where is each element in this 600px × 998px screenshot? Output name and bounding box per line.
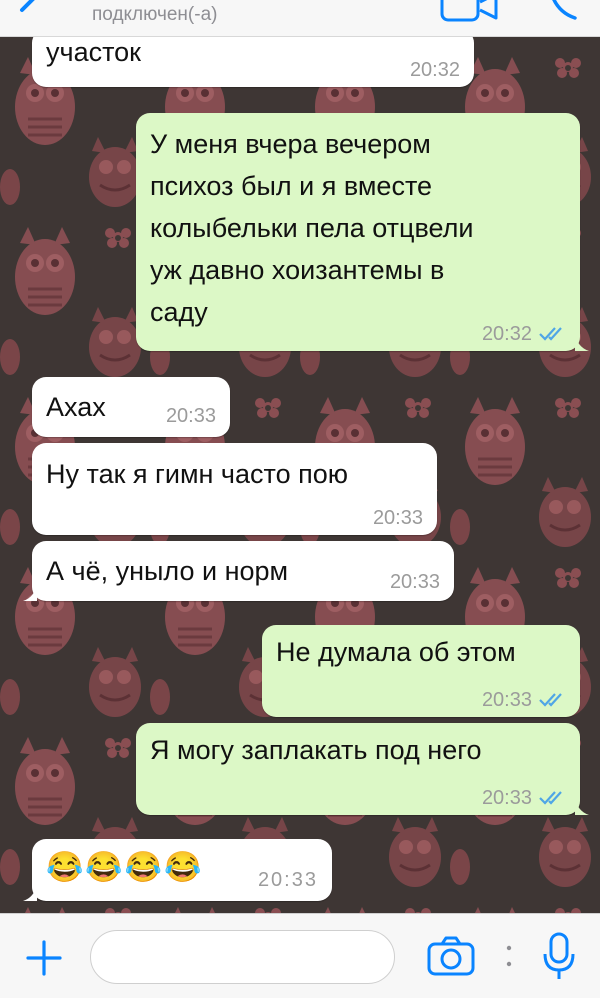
microphone-icon[interactable] bbox=[541, 932, 577, 982]
message-time: 20:33 bbox=[481, 689, 532, 711]
message-outgoing[interactable]: У меня вчера вечером психоз был и я вмес… bbox=[136, 113, 589, 351]
message-meta: 20:33 bbox=[390, 571, 440, 593]
message-meta: 20:33 bbox=[482, 787, 566, 809]
bubble-tail bbox=[23, 583, 37, 601]
message-meta: 20:33 bbox=[373, 507, 423, 529]
message-time: 20:33 bbox=[165, 405, 216, 427]
message-incoming[interactable]: 😂😂😂😂 20:33 bbox=[23, 839, 332, 901]
message-incoming[interactable]: участок 20:32 bbox=[32, 37, 474, 87]
plus-icon[interactable] bbox=[24, 938, 64, 978]
message-time: 20:32 bbox=[409, 59, 460, 81]
message-text: участок bbox=[46, 37, 141, 67]
message-time: 20:32 bbox=[481, 323, 532, 345]
message-meta: 20:32 bbox=[482, 323, 566, 345]
message-meta: 20:33 bbox=[482, 689, 566, 711]
chat-header: подключен(-а) bbox=[0, 0, 600, 37]
message-outgoing[interactable]: Я могу заплакать под него 20:33 bbox=[136, 723, 589, 815]
message-incoming[interactable]: Ахах 20:33 bbox=[32, 377, 230, 437]
more-dots-icon bbox=[506, 945, 512, 967]
message-meta: 20:33 bbox=[258, 869, 318, 891]
chevron-left-icon[interactable] bbox=[4, 0, 44, 26]
bubble-tail bbox=[23, 883, 37, 901]
message-text: Не думала об этом bbox=[276, 637, 516, 667]
message-text: Я могу заплакать под него bbox=[150, 735, 482, 765]
double-check-icon bbox=[539, 791, 562, 805]
message-input[interactable] bbox=[90, 930, 395, 984]
message-text: Ну так я гимн часто пою bbox=[46, 459, 348, 489]
contact-status: подключен(-а) bbox=[92, 4, 218, 25]
message-outgoing[interactable]: Не думала об этом 20:33 bbox=[262, 625, 580, 717]
message-meta: 20:33 bbox=[166, 405, 216, 427]
bubble-tail bbox=[575, 797, 589, 815]
message-text: А чё, уныло и норм bbox=[46, 556, 289, 586]
message-time: 20:33 bbox=[389, 571, 440, 593]
message-incoming[interactable]: А чё, уныло и норм 20:33 bbox=[23, 541, 454, 601]
message-incoming[interactable]: Ну так я гимн часто пою 20:33 bbox=[32, 443, 437, 535]
video-camera-icon[interactable] bbox=[440, 0, 500, 28]
double-check-icon bbox=[539, 693, 562, 707]
message-text: У меня вчера вечером психоз был и я вмес… bbox=[150, 129, 474, 327]
input-bar bbox=[0, 913, 600, 998]
chat-area[interactable]: участок 20:32 У меня вчера вечером психо… bbox=[0, 37, 600, 913]
message-time: 20:33 bbox=[257, 869, 318, 891]
message-meta: 20:32 bbox=[410, 59, 460, 81]
message-time: 20:33 bbox=[372, 507, 423, 529]
double-check-icon bbox=[539, 327, 562, 341]
bubble-tail bbox=[575, 333, 589, 351]
phone-icon[interactable] bbox=[545, 0, 585, 26]
message-time: 20:33 bbox=[481, 787, 532, 809]
camera-icon[interactable] bbox=[427, 936, 475, 976]
